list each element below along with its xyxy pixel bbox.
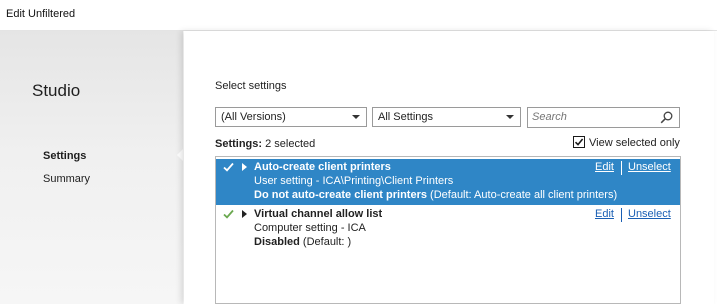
nav-item-summary[interactable]: Summary: [43, 173, 90, 185]
check-icon: [223, 162, 234, 172]
version-dropdown-value: (All Versions): [221, 111, 286, 123]
settings-list: Auto-create client printers User setting…: [215, 156, 681, 304]
check-icon: [223, 209, 234, 219]
setting-name: Virtual channel allow list: [254, 208, 383, 220]
setting-row-auto-create-client-printers[interactable]: Auto-create client printers User setting…: [216, 159, 680, 205]
setting-value-default: (Default: ): [299, 236, 352, 248]
setting-row-virtual-channel-allow-list[interactable]: Virtual channel allow list Computer sett…: [216, 206, 680, 250]
left-nav-pane: Studio Settings Summary: [0, 31, 183, 304]
search-icon[interactable]: [660, 111, 673, 124]
expand-triangle-icon[interactable]: [242, 163, 247, 171]
setting-scope: User setting - ICA\Printing\Client Print…: [254, 175, 454, 187]
setting-value-current: Disabled: [254, 236, 300, 248]
setting-value: Disabled (Default: ): [254, 236, 351, 248]
active-nav-pointer: [177, 149, 183, 161]
settings-count-value: 2 selected: [265, 138, 316, 150]
view-selected-only-checkbox[interactable]: [573, 136, 585, 148]
title-bar: Edit Unfiltered: [0, 0, 717, 31]
expand-triangle-icon[interactable]: [242, 210, 247, 218]
search-box: [527, 107, 680, 128]
page-heading: Select settings: [215, 80, 287, 92]
setting-value-current: Do not auto-create client printers: [254, 189, 427, 201]
nav-item-settings[interactable]: Settings: [43, 150, 86, 162]
setting-name: Auto-create client printers: [254, 161, 391, 173]
version-dropdown[interactable]: (All Versions): [215, 107, 367, 127]
settings-count-label: Settings:: [215, 138, 263, 150]
view-selected-only-label: View selected only: [589, 137, 680, 149]
app-name: Studio: [32, 81, 81, 100]
scope-dropdown[interactable]: All Settings: [372, 107, 521, 127]
search-input[interactable]: [532, 110, 656, 124]
window-title: Edit Unfiltered: [6, 8, 76, 20]
settings-count: Settings: 2 selected: [215, 138, 315, 150]
setting-value: Do not auto-create client printers (Defa…: [254, 189, 617, 201]
unselect-link[interactable]: Unselect: [628, 208, 671, 220]
setting-scope: Computer setting - ICA: [254, 222, 366, 234]
settings-panel: Select settings (All Versions) All Setti…: [184, 31, 714, 304]
chevron-down-icon: [352, 115, 360, 119]
edit-link[interactable]: Edit: [595, 161, 614, 173]
scope-dropdown-value: All Settings: [378, 111, 434, 123]
chevron-down-icon: [506, 115, 514, 119]
unselect-link[interactable]: Unselect: [628, 161, 671, 173]
link-separator: [621, 208, 622, 222]
edit-link[interactable]: Edit: [595, 208, 614, 220]
link-separator: [621, 161, 622, 175]
setting-value-default: (Default: Auto-create all client printer…: [426, 189, 618, 201]
